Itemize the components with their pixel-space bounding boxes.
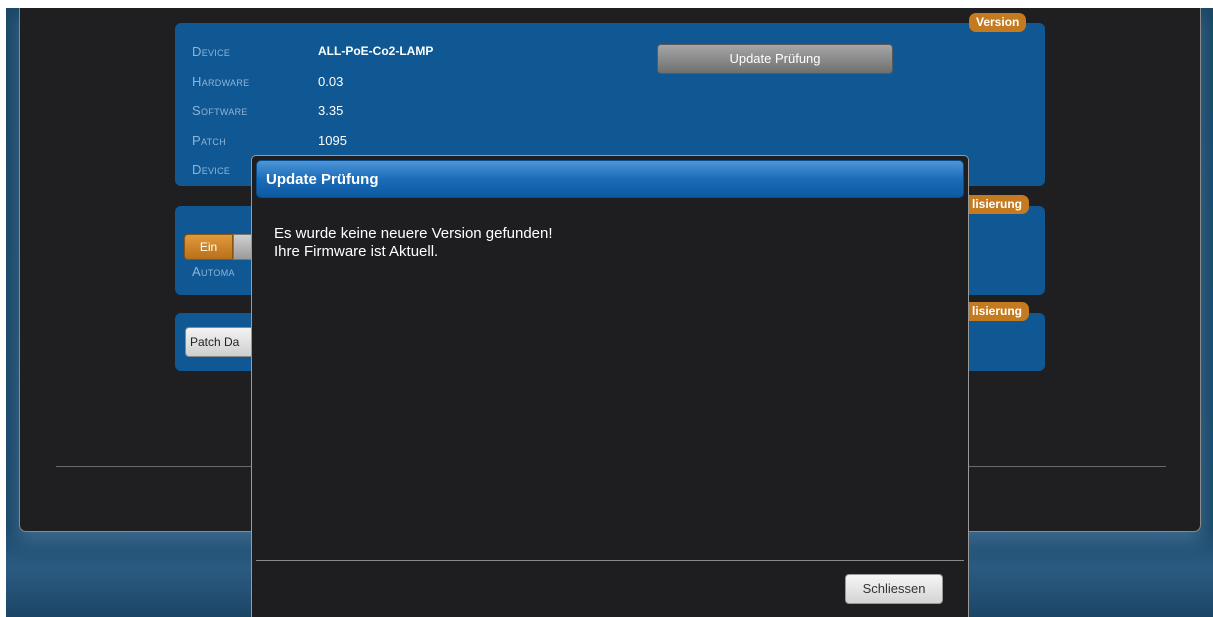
version-badge: Version bbox=[969, 13, 1027, 32]
patch-value: 1095 bbox=[318, 133, 347, 148]
device-id-label: Device bbox=[192, 162, 231, 177]
hardware-value: 0.03 bbox=[318, 74, 344, 89]
software-label: Software bbox=[192, 103, 248, 118]
update-dialog: Update Prüfung Es wurde keine neuere Ver… bbox=[251, 155, 969, 617]
dialog-message-line2: Ihre Firmware ist Aktuell. bbox=[274, 243, 439, 260]
hardware-label: Hardware bbox=[192, 74, 250, 89]
patch-label: Patch bbox=[192, 133, 227, 148]
patch-badge: lisierung bbox=[968, 302, 1030, 321]
auto-update-label: Automa bbox=[192, 264, 235, 279]
software-value: 3.35 bbox=[318, 103, 344, 118]
page-background: Version Device ALL-PoE-Co2-LAMP Hardware… bbox=[6, 8, 1213, 617]
dialog-title: Update Prüfung bbox=[266, 171, 379, 188]
update-check-button[interactable]: Update Prüfung bbox=[657, 44, 893, 74]
auto-update-badge: lisierung bbox=[968, 195, 1030, 214]
device-label: Device bbox=[192, 44, 231, 59]
auto-update-toggle-on[interactable]: Ein bbox=[184, 234, 233, 260]
close-button[interactable]: Schliessen bbox=[845, 574, 943, 604]
dialog-footer-divider bbox=[256, 560, 964, 561]
dialog-message-line1: Es wurde keine neuere Version gefunden! bbox=[274, 225, 553, 242]
device-value: ALL-PoE-Co2-LAMP bbox=[318, 44, 434, 58]
dialog-title-bar[interactable]: Update Prüfung bbox=[256, 160, 964, 198]
